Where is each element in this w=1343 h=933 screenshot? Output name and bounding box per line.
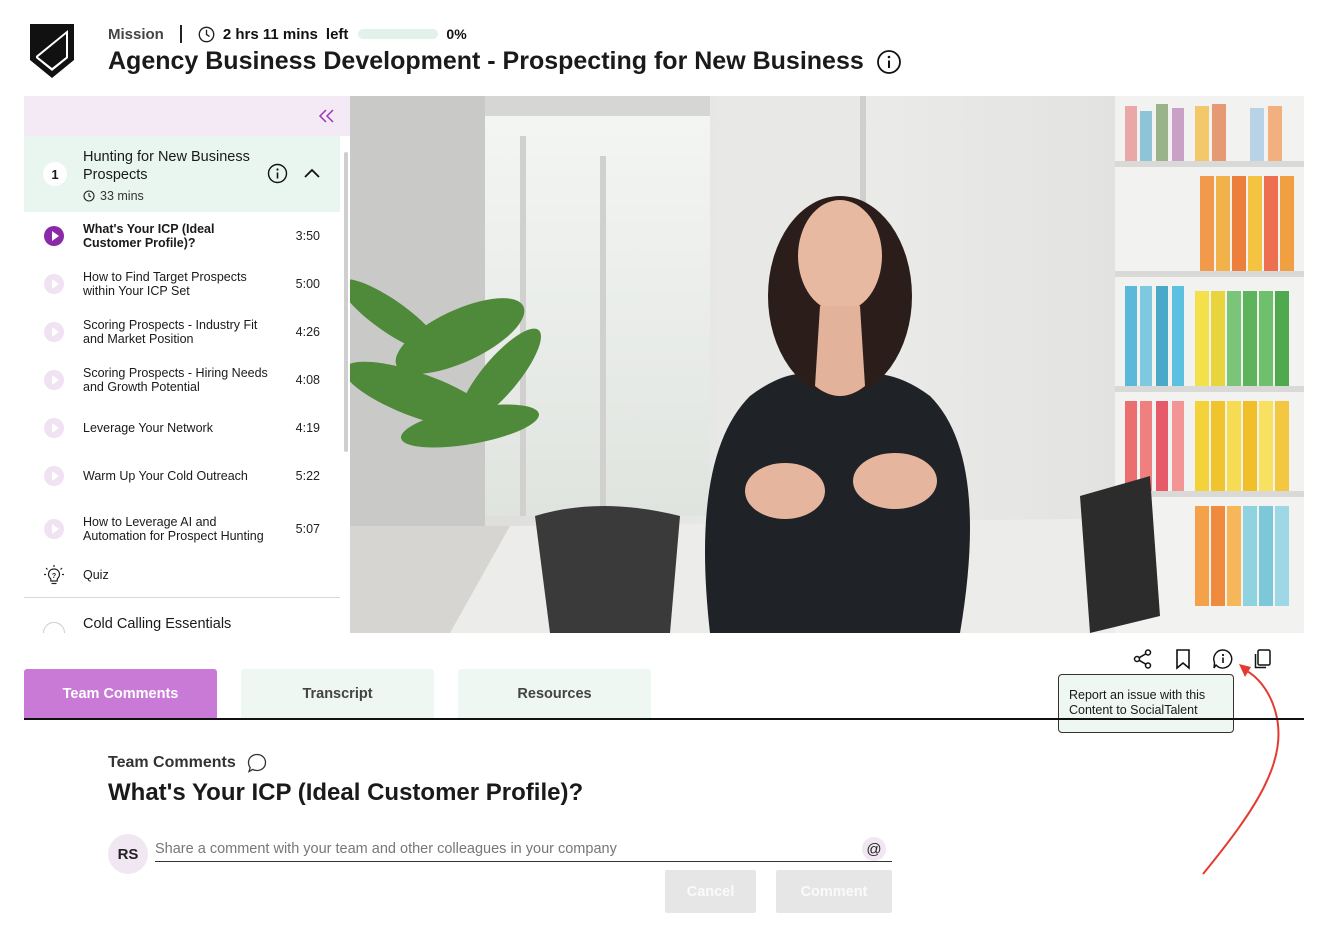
speech-bubble-icon — [247, 753, 266, 773]
lesson-duration: 4:26 — [295, 325, 320, 339]
lesson-title: Scoring Prospects - Industry Fit and Mar… — [83, 318, 258, 346]
progress-percent: 0% — [446, 26, 467, 42]
time-left: 2 hrs 11 mins — [222, 25, 318, 43]
module-duration: 33 mins — [83, 189, 144, 203]
lesson-item[interactable]: Warm Up Your Cold Outreach 5:22 — [24, 452, 340, 500]
module-number: 1 — [43, 162, 67, 186]
module-duration-text: 33 mins — [100, 189, 144, 203]
lesson-title: Warm Up Your Cold Outreach — [83, 469, 248, 483]
module-title: Hunting for New Business Prospects — [83, 149, 250, 183]
info-icon[interactable] — [876, 49, 902, 75]
quiz-bulb-icon: ? — [44, 565, 64, 585]
course-sidebar: 1 Hunting for New Business Prospects 33 … — [24, 96, 350, 633]
lesson-title: Scoring Prospects - Hiring Needs and Gro… — [83, 366, 268, 394]
video-player[interactable] — [350, 96, 1304, 633]
play-icon — [44, 322, 64, 342]
comment-submit-button[interactable]: Comment — [776, 870, 892, 913]
time-left-suffix: left — [325, 25, 349, 43]
play-icon — [44, 519, 64, 539]
lesson-duration: 4:08 — [295, 373, 320, 387]
share-icon[interactable] — [1132, 648, 1154, 670]
lesson-title: What's Your ICP (Ideal Customer Profile)… — [83, 222, 215, 250]
sidebar-header — [24, 96, 350, 136]
lesson-item[interactable]: What's Your ICP (Ideal Customer Profile)… — [24, 212, 340, 260]
collapse-icon[interactable] — [318, 108, 336, 124]
next-module-title: Cold Calling Essentials — [83, 616, 232, 632]
mention-button[interactable]: @ — [862, 837, 886, 861]
progress-bar — [358, 29, 439, 39]
lesson-duration: 4:19 — [295, 421, 320, 435]
lesson-title: Leverage Your Network — [83, 421, 213, 435]
cancel-button[interactable]: Cancel — [665, 870, 756, 913]
play-icon — [44, 370, 64, 390]
play-icon — [44, 418, 64, 438]
play-icon — [44, 226, 64, 246]
module-header[interactable]: 1 Hunting for New Business Prospects 33 … — [24, 136, 340, 212]
lesson-title: How to Find Target Prospects within Your… — [83, 270, 247, 298]
clock-icon — [198, 26, 215, 42]
lesson-duration: 5:22 — [295, 469, 320, 483]
course-title-row: Agency Business Development - Prospectin… — [108, 47, 902, 76]
tab-resources[interactable]: Resources — [458, 669, 651, 718]
lesson-duration: 3:50 — [295, 229, 320, 243]
quiz-label: Quiz — [83, 568, 109, 582]
team-comments-heading: Team Comments — [108, 752, 268, 774]
module-info-icon[interactable] — [267, 163, 288, 184]
tab-team-comments[interactable]: Team Comments — [24, 669, 217, 718]
lesson-list: What's Your ICP (Ideal Customer Profile)… — [24, 212, 350, 633]
quiz-item[interactable]: ? Quiz — [24, 558, 340, 598]
lesson-title: How to Leverage AI and Automation for Pr… — [83, 515, 264, 543]
module-number-circle — [43, 622, 65, 633]
lesson-duration: 5:07 — [295, 522, 320, 536]
lesson-item[interactable]: Leverage Your Network 4:19 — [24, 404, 340, 452]
tab-transcript[interactable]: Transcript — [241, 669, 434, 718]
lesson-duration: 5:00 — [295, 277, 320, 291]
chevron-up-icon[interactable] — [304, 168, 320, 178]
mission-meta: Mission 2 hrs 11 mins left 0% — [108, 25, 467, 43]
lesson-item[interactable]: How to Find Target Prospects within Your… — [24, 260, 340, 308]
video-frame — [350, 96, 1304, 633]
shield-logo-icon[interactable] — [28, 22, 76, 80]
bookmark-icon[interactable] — [1172, 648, 1194, 670]
avatar: RS — [108, 834, 148, 874]
divider — [179, 25, 182, 43]
play-icon — [44, 466, 64, 486]
lesson-item[interactable]: Scoring Prospects - Industry Fit and Mar… — [24, 308, 340, 356]
lesson-item[interactable]: Scoring Prospects - Hiring Needs and Gro… — [24, 356, 340, 404]
content-tabs: Team Comments Transcript Resources — [24, 669, 1304, 720]
course-title: Agency Business Development - Prospectin… — [108, 47, 864, 75]
current-lesson-title: What's Your ICP (Ideal Customer Profile)… — [108, 779, 584, 806]
clock-icon — [83, 190, 95, 202]
comment-input[interactable] — [155, 836, 892, 862]
mission-label: Mission — [108, 25, 164, 43]
team-comments-label: Team Comments — [108, 754, 236, 771]
play-icon — [44, 274, 64, 294]
svg-text:?: ? — [52, 573, 56, 580]
lesson-item[interactable]: How to Leverage AI and Automation for Pr… — [24, 500, 340, 558]
next-module-header[interactable]: Cold Calling Essentials — [24, 598, 350, 633]
